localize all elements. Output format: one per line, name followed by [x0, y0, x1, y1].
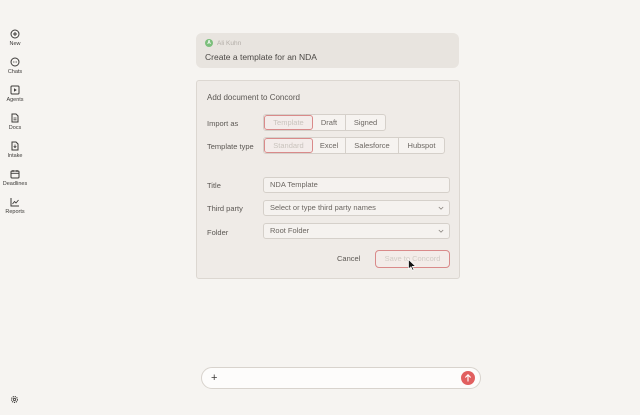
- play-square-icon: [10, 85, 20, 95]
- sidebar-item-label: Reports: [5, 209, 25, 215]
- send-button[interactable]: [461, 371, 475, 385]
- sidebar-item-docs[interactable]: Docs: [0, 113, 30, 132]
- sidebar-item-reports[interactable]: Reports: [0, 197, 30, 216]
- mouse-cursor-icon: [408, 259, 416, 271]
- template-type-label: Template type: [207, 142, 254, 151]
- message-text: Create a template for an NDA: [205, 52, 317, 62]
- template-type-standard[interactable]: Standard: [264, 138, 313, 153]
- third-party-placeholder: Select or type third party names: [270, 203, 376, 212]
- sidebar-item-label: Intake: [7, 153, 23, 159]
- sidebar-item-label: New: [9, 41, 21, 47]
- sidebar-item-label: Agents: [6, 97, 24, 103]
- chevron-down-icon: [438, 229, 444, 233]
- document-icon: [11, 113, 19, 123]
- sidebar-item-agents[interactable]: Agents: [0, 85, 30, 104]
- cancel-button[interactable]: Cancel: [337, 254, 360, 263]
- template-type-excel[interactable]: Excel: [313, 138, 346, 153]
- folder-value: Root Folder: [270, 226, 310, 235]
- user-message: A Ali Kuhn Create a template for an NDA: [196, 33, 459, 68]
- import-option-template[interactable]: Template: [264, 115, 313, 130]
- title-label: Title: [207, 181, 221, 190]
- chat-composer[interactable]: +: [201, 367, 481, 389]
- gear-icon[interactable]: [10, 395, 19, 404]
- avatar: A: [205, 39, 213, 47]
- third-party-label: Third party: [207, 204, 243, 213]
- message-author: A Ali Kuhn: [205, 39, 241, 47]
- folder-select[interactable]: Root Folder: [263, 223, 450, 239]
- sidebar-item-label: Deadlines: [2, 181, 28, 187]
- template-type-hubspot[interactable]: Hubspot: [399, 138, 444, 153]
- sidebar-item-chats[interactable]: Chats: [0, 57, 30, 76]
- user-name: Ali Kuhn: [217, 39, 242, 47]
- title-input[interactable]: NDA Template: [263, 177, 450, 193]
- sidebar-item-new[interactable]: New: [0, 29, 30, 48]
- intake-doc-icon: [11, 141, 19, 151]
- add-document-form: Add document to Concord Import as Templa…: [196, 80, 460, 279]
- arrow-up-icon: [464, 374, 472, 382]
- folder-label: Folder: [207, 228, 229, 237]
- template-type-toggle: Standard Excel Salesforce Hubspot: [263, 137, 445, 154]
- import-as-label: Import as: [207, 119, 239, 128]
- third-party-select[interactable]: Select or type third party names: [263, 200, 450, 216]
- template-type-salesforce[interactable]: Salesforce: [346, 138, 399, 153]
- import-as-toggle: Template Draft Signed: [263, 114, 386, 131]
- chevron-down-icon: [438, 206, 444, 210]
- sidebar: New Chats Agents Docs Intake Deadlines R…: [0, 0, 30, 415]
- line-chart-icon: [10, 198, 19, 207]
- import-option-signed[interactable]: Signed: [346, 115, 385, 130]
- chat-bubble-icon: [10, 57, 20, 67]
- sidebar-item-label: Docs: [8, 125, 22, 131]
- import-option-draft[interactable]: Draft: [313, 115, 346, 130]
- add-attachment-button[interactable]: +: [211, 371, 217, 385]
- calendar-icon: [10, 170, 20, 179]
- plus-circle-icon: [10, 29, 20, 39]
- sidebar-item-deadlines[interactable]: Deadlines: [0, 169, 30, 188]
- sidebar-item-intake[interactable]: Intake: [0, 141, 30, 160]
- form-title: Add document to Concord: [207, 93, 300, 102]
- sidebar-item-label: Chats: [7, 69, 23, 75]
